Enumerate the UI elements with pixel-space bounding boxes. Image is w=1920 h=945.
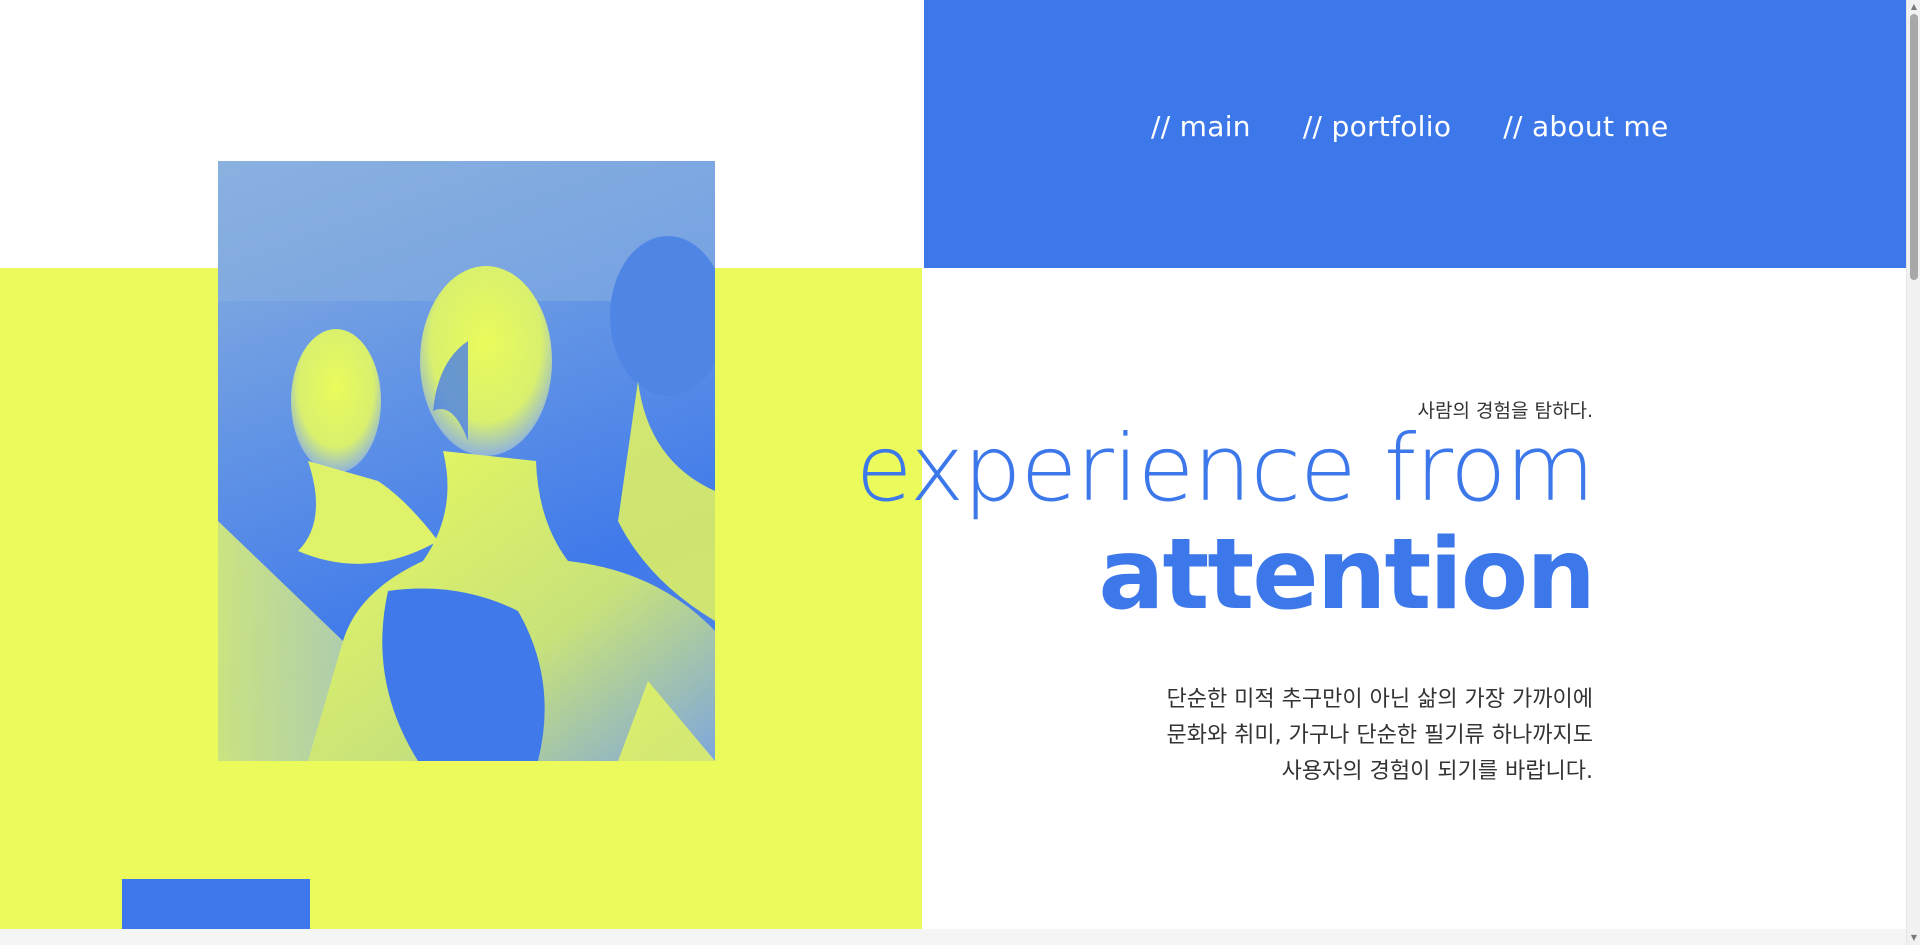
nav-item-main: // main [1151, 110, 1251, 143]
nav-menu: // main // portfolio // about me [1151, 110, 1669, 143]
chevron-down-icon[interactable]: ▼ [1907, 931, 1920, 945]
nav-link-portfolio[interactable]: // portfolio [1303, 110, 1451, 143]
hero-headline-line2: attention [1098, 518, 1596, 632]
hero-image [218, 161, 715, 761]
nav-item-about-me: // about me [1503, 110, 1668, 143]
scrollbar-thumb[interactable] [1910, 14, 1918, 280]
description-line-2: 문화와 취미, 가구나 단순한 필기류 하나까지도 [1166, 723, 1593, 748]
hero-description: 단순한 미적 추구만이 아닌 삶의 가장 가까이에 문화와 취미, 가구나 단순… [1166, 682, 1593, 790]
nav-link-about-me[interactable]: // about me [1503, 110, 1668, 143]
page-scrollbar[interactable]: ▲ ▼ [1906, 0, 1920, 945]
nav-item-portfolio: // portfolio [1303, 110, 1451, 143]
chevron-up-icon[interactable]: ▲ [1907, 0, 1920, 14]
bottom-strip [0, 929, 1906, 945]
description-line-1: 단순한 미적 추구만이 아닌 삶의 가장 가까이에 [1166, 687, 1593, 712]
nav-link-main[interactable]: // main [1151, 110, 1251, 143]
header-nav-panel: // main // portfolio // about me [924, 0, 1906, 268]
hero-headline-line1: experience from [855, 415, 1595, 522]
description-line-3: 사용자의 경험이 되기를 바랍니다. [1281, 759, 1593, 784]
page: // main // portfolio // about me 사람의 경험을… [0, 0, 1920, 945]
